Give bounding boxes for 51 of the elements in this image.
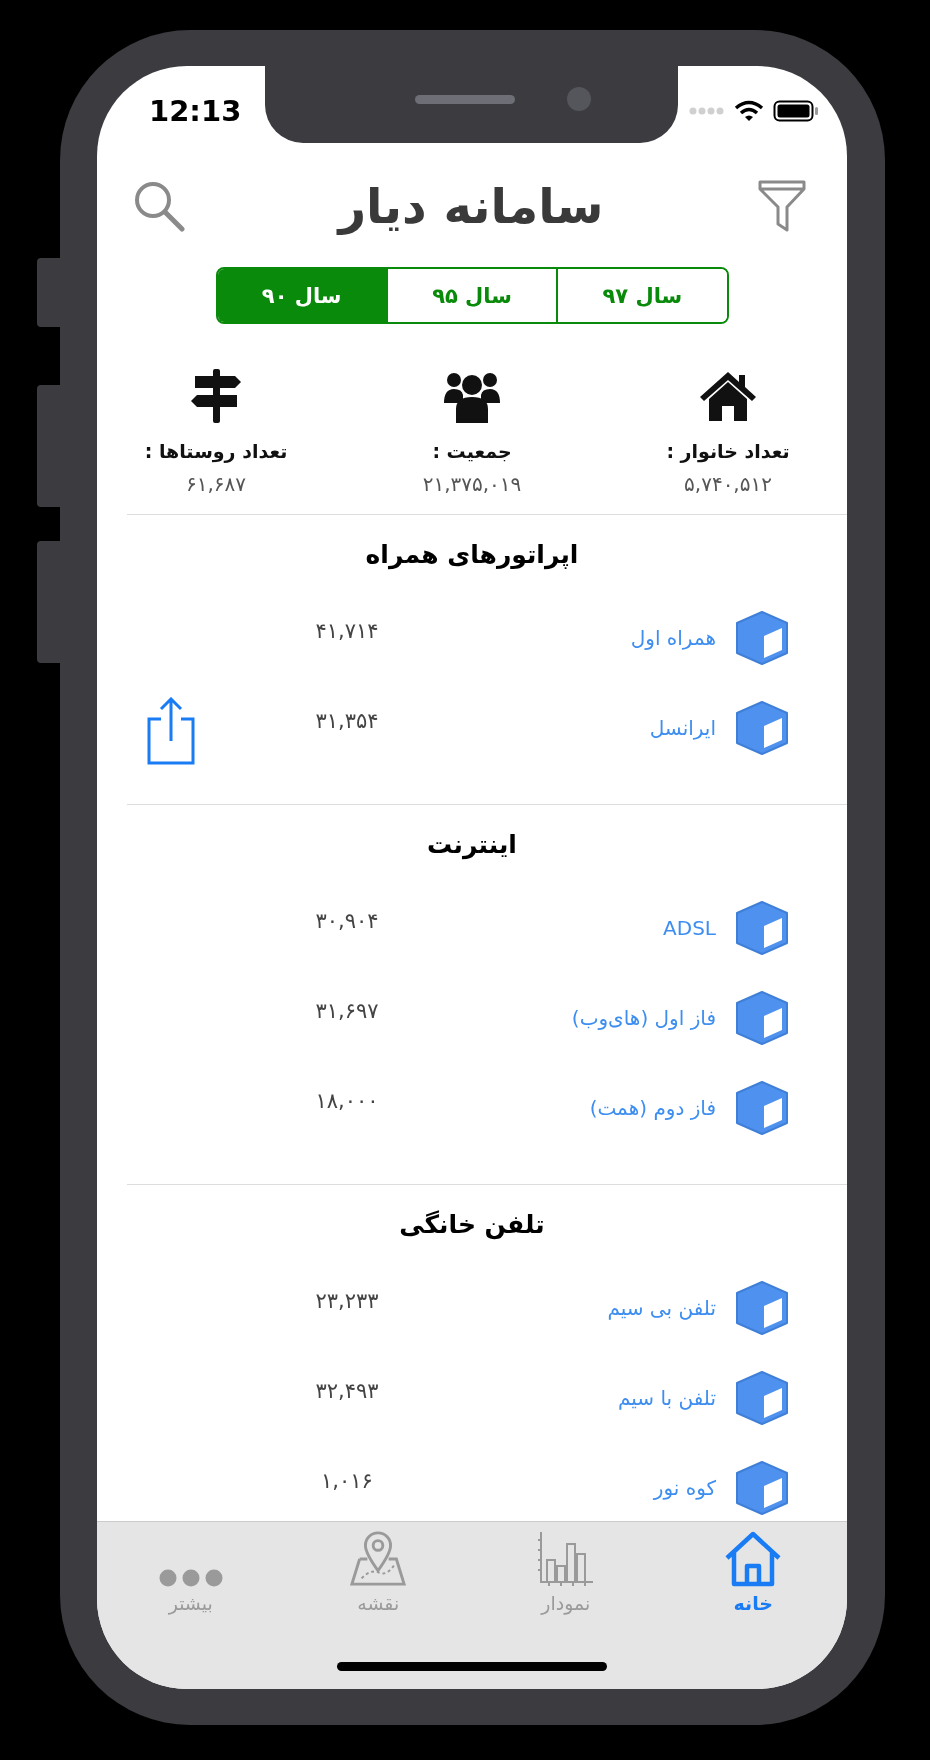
camera — [567, 87, 591, 111]
tab-bar-item[interactable]: خانه — [659, 1530, 847, 1614]
tab-bar-item[interactable]: بیشتر — [97, 1530, 285, 1614]
item-value: ۳۱,۶۹۷ — [314, 999, 380, 1023]
share-icon[interactable] — [147, 697, 195, 765]
item-value: ۱۸,۰۰۰ — [314, 1089, 380, 1113]
item-name[interactable]: تلفن با سیم — [440, 1386, 716, 1410]
tab-bar-item[interactable]: نمودار — [472, 1530, 660, 1614]
cube-icon — [734, 610, 790, 666]
app-title: سامانه دیار — [338, 178, 604, 234]
item-name[interactable]: فاز دوم (همت) — [440, 1096, 716, 1120]
item-name[interactable]: ایرانسل — [440, 716, 716, 740]
signal-icon — [689, 107, 725, 115]
item-name[interactable]: ADSL — [440, 916, 716, 940]
section-title: اینترنت — [427, 829, 517, 859]
stat-value: ۲۱,۳۷۵,۰۱۹ — [422, 472, 522, 496]
stat-label: تعداد خانوار : — [666, 440, 790, 462]
signpost-icon — [189, 368, 243, 424]
section-title: اپراتورهای همراه — [365, 539, 579, 569]
cube-icon — [734, 900, 790, 956]
section-title: تلفن خانگی — [399, 1209, 545, 1239]
cube-icon — [734, 1080, 790, 1136]
cube-icon — [734, 1280, 790, 1336]
item-value: ۳۲,۴۹۳ — [314, 1379, 380, 1403]
cube-icon — [734, 700, 790, 756]
bar-chart-icon — [536, 1530, 595, 1588]
item-name[interactable]: کوه نور — [440, 1476, 716, 1500]
search-icon[interactable] — [133, 180, 185, 232]
item-value: ۳۰,۹۰۴ — [314, 909, 380, 933]
stat-value: ۶۱,۶۸۷ — [185, 472, 247, 496]
cube-icon — [734, 1460, 790, 1516]
wifi-icon — [734, 100, 764, 122]
status-time: 12:13 — [149, 94, 242, 128]
item-name[interactable]: فاز اول (های‌وب) — [440, 1006, 716, 1030]
item-value: ۲۳,۲۳۳ — [314, 1289, 380, 1313]
battery-icon — [773, 100, 819, 122]
filter-icon[interactable] — [757, 179, 807, 233]
item-value: ۳۱,۳۵۴ — [314, 709, 380, 733]
stat-label: تعداد روستاها : — [144, 440, 288, 462]
item-value: ۱,۰۱۶ — [320, 1469, 374, 1493]
cube-icon — [734, 1370, 790, 1426]
year-tab[interactable]: سال ۹۰ — [217, 269, 386, 322]
item-name[interactable]: همراه اول — [440, 626, 716, 650]
cube-icon — [734, 990, 790, 1046]
stat-label: جمعیت : — [432, 440, 512, 462]
stat-value: ۵,۷۴۰,۵۱۲ — [684, 472, 772, 496]
tab-bar-item[interactable]: نقشه — [284, 1530, 472, 1614]
more-icon — [157, 1568, 224, 1588]
item-name[interactable]: تلفن بی سیم — [440, 1296, 716, 1320]
item-value: ۴۱,۷۱۴ — [314, 619, 380, 643]
year-tab[interactable]: سال ۹۷ — [556, 269, 727, 322]
